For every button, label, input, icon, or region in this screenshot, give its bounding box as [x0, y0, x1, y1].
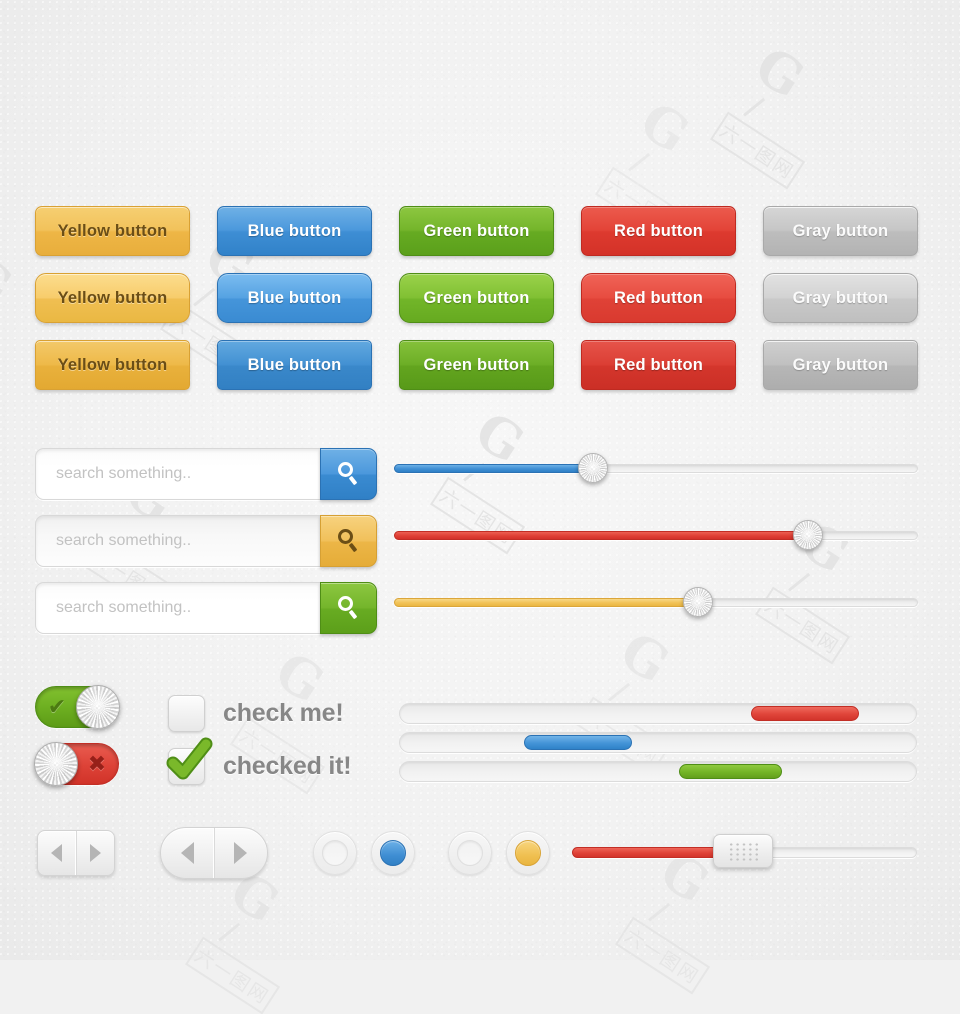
arrow-left-icon: [51, 844, 63, 862]
button-gray-row3[interactable]: Gray button: [763, 340, 918, 390]
close-icon: ✖: [87, 751, 107, 776]
checkbox-row-checked: checked it!: [166, 737, 352, 785]
button-green-row1[interactable]: Green button: [399, 206, 554, 256]
button-label: Green button: [423, 221, 530, 240]
slider-grip-red[interactable]: [572, 834, 917, 868]
pager-prev-button[interactable]: [38, 831, 76, 875]
slider-fill: [572, 847, 731, 858]
search-button[interactable]: [320, 448, 377, 500]
toggle-knob[interactable]: [76, 685, 120, 729]
search-input[interactable]: search something..: [35, 582, 320, 634]
range-strip-blue[interactable]: [399, 732, 917, 753]
search-bar-green: search something..: [35, 582, 377, 634]
button-label: Yellow button: [57, 355, 168, 374]
radio-inner: [457, 840, 483, 866]
button-red-row3[interactable]: Red button: [581, 340, 736, 390]
search-icon: [336, 595, 362, 621]
button-label: Gray button: [792, 355, 889, 374]
radio-inner: [515, 840, 541, 866]
button-label: Blue button: [247, 288, 342, 307]
check-icon: ✔: [47, 694, 67, 719]
pager-pill: [160, 827, 268, 879]
range-segment[interactable]: [678, 764, 782, 779]
slider-fill: [394, 531, 808, 540]
arrow-right-icon: [89, 844, 101, 862]
button-label: Yellow button: [57, 288, 168, 307]
button-label: Red button: [613, 355, 704, 374]
range-segment[interactable]: [750, 706, 860, 721]
slider-fill: [394, 598, 698, 607]
check-icon: [166, 737, 213, 780]
checkbox-unchecked[interactable]: [168, 695, 205, 732]
range-strip-green[interactable]: [399, 761, 917, 782]
pager-rect: [37, 830, 115, 876]
button-label: Red button: [613, 288, 704, 307]
checkbox-row-unchecked: check me!: [168, 695, 344, 732]
button-red-row2[interactable]: Red button: [581, 273, 736, 323]
button-label: Red button: [613, 221, 704, 240]
search-icon: [336, 461, 362, 487]
arrow-right-icon: [234, 842, 248, 864]
radio-unselected-1[interactable]: [313, 831, 357, 875]
button-label: Green button: [423, 355, 530, 374]
button-yellow-row1[interactable]: Yellow button: [35, 206, 190, 256]
radio-inner: [380, 840, 406, 866]
button-label: Green button: [423, 288, 530, 307]
search-button[interactable]: [320, 582, 377, 634]
button-label: Gray button: [792, 221, 889, 240]
button-label: Blue button: [247, 221, 342, 240]
radio-unselected-2[interactable]: [448, 831, 492, 875]
grip-dots-icon: [726, 841, 759, 861]
search-button[interactable]: [320, 515, 377, 567]
slider-fill: [394, 464, 594, 473]
checkbox-label: checked it!: [223, 752, 352, 780]
arrow-left-icon: [180, 842, 194, 864]
button-label: Yellow button: [57, 221, 168, 240]
button-green-row2[interactable]: Green button: [399, 273, 554, 323]
slider-blue[interactable]: [394, 453, 918, 483]
button-yellow-row3[interactable]: Yellow button: [35, 340, 190, 390]
button-blue-row3[interactable]: Blue button: [217, 340, 372, 390]
search-input[interactable]: search something..: [35, 448, 320, 500]
toggle-switch-off[interactable]: ✖: [34, 742, 119, 786]
radio-selected-yellow[interactable]: [506, 831, 550, 875]
search-bar-blue: search something..: [35, 448, 377, 500]
ui-kit-canvas: Yellow button Blue button Green button R…: [0, 0, 960, 960]
slider-knob[interactable]: [792, 520, 823, 550]
slider-knob[interactable]: [682, 587, 713, 617]
slider-yellow[interactable]: [394, 587, 918, 617]
radio-inner: [322, 840, 348, 866]
button-blue-row1[interactable]: Blue button: [217, 206, 372, 256]
button-red-row1[interactable]: Red button: [581, 206, 736, 256]
range-segment[interactable]: [523, 735, 633, 750]
toggle-switch-on[interactable]: ✔: [35, 685, 120, 729]
button-label: Blue button: [247, 355, 342, 374]
toggle-knob[interactable]: [34, 742, 78, 786]
button-green-row3[interactable]: Green button: [399, 340, 554, 390]
button-blue-row2[interactable]: Blue button: [217, 273, 372, 323]
range-strip-red[interactable]: [399, 703, 917, 724]
slider-grip-handle[interactable]: [712, 834, 773, 868]
checkbox-checked[interactable]: [166, 737, 213, 785]
pager-prev-button[interactable]: [161, 828, 214, 878]
radio-selected-blue[interactable]: [371, 831, 415, 875]
pager-next-button[interactable]: [75, 831, 115, 875]
checkbox-label: check me!: [223, 699, 344, 727]
button-label: Gray button: [792, 288, 889, 307]
search-icon: [336, 528, 362, 554]
button-yellow-row2[interactable]: Yellow button: [35, 273, 190, 323]
button-gray-row2[interactable]: Gray button: [763, 273, 918, 323]
slider-red[interactable]: [394, 520, 918, 550]
pager-next-button[interactable]: [213, 828, 268, 878]
search-input[interactable]: search something..: [35, 515, 320, 567]
search-bar-yellow: search something..: [35, 515, 377, 567]
button-gray-row1[interactable]: Gray button: [763, 206, 918, 256]
slider-knob[interactable]: [578, 453, 609, 483]
